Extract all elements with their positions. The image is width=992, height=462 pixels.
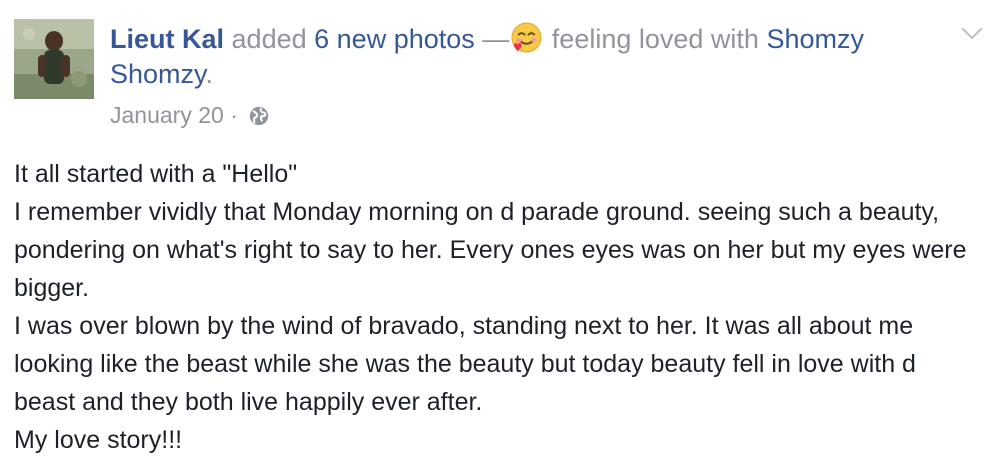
post-body: It all started with a "Hello" I remember… xyxy=(14,155,984,459)
feed-post: Lieut Kal added 6 new photos — feeling l… xyxy=(0,0,992,462)
tagged-suffix: . xyxy=(205,59,214,89)
photo-count-link[interactable]: 6 new photos xyxy=(314,24,475,54)
post-body-line: I was over blown by the wind of bravado,… xyxy=(14,312,916,416)
avatar[interactable] xyxy=(14,19,94,99)
dash-separator: — xyxy=(482,24,510,54)
post-body-line: It all started with a "Hello" xyxy=(14,160,298,188)
smiling-face-with-hearts-icon xyxy=(511,22,542,53)
author-name[interactable]: Lieut Kal xyxy=(110,24,224,54)
chevron-down-icon[interactable] xyxy=(960,26,984,42)
action-text: added xyxy=(231,24,307,54)
post-date-link[interactable]: January 20 xyxy=(110,102,224,128)
feeling-text: feeling loved with xyxy=(551,24,759,54)
post-body-line: I remember vividly that Monday morning o… xyxy=(14,198,967,302)
post-body-line: My love story!!! xyxy=(14,426,183,454)
post-meta: January 20 · xyxy=(110,100,270,130)
globe-icon[interactable] xyxy=(248,105,270,127)
post-header: Lieut Kal added 6 new photos — feeling l… xyxy=(110,22,930,92)
meta-separator: · xyxy=(230,102,238,128)
